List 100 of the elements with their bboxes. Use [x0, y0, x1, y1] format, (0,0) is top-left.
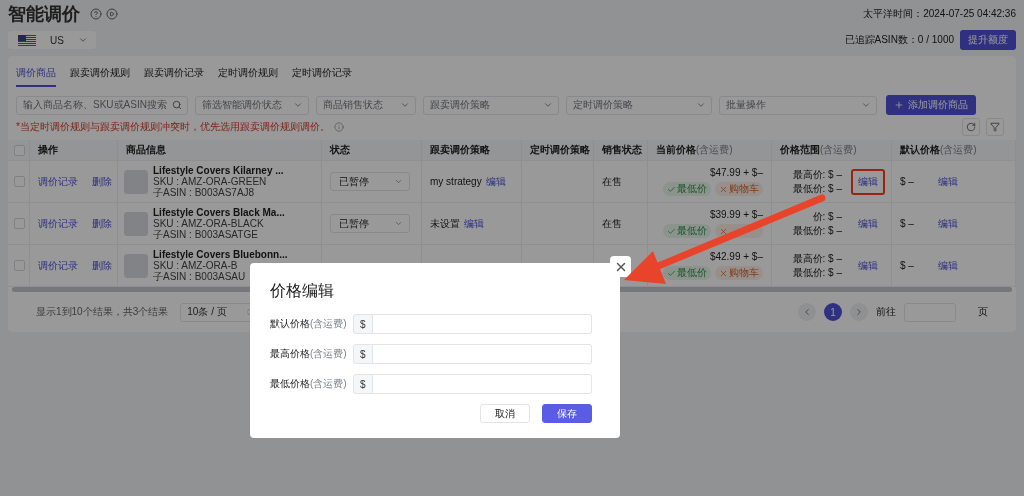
- cross-icon: [719, 184, 728, 194]
- page-unit: 页: [978, 305, 988, 319]
- close-button[interactable]: [610, 256, 631, 277]
- checkbox[interactable]: [14, 218, 25, 229]
- search-field[interactable]: 输入商品名称、SKU或ASIN搜索: [16, 95, 188, 115]
- default-price: $ –: [900, 218, 914, 229]
- column-header: 价格范围(含运费): [780, 143, 857, 157]
- lowest-price-tag: 最低价: [663, 266, 711, 280]
- product-asin: 子ASIN : B003AS7AJ8: [153, 187, 256, 198]
- edit-link[interactable]: 编辑: [851, 168, 885, 195]
- sale-status: 在售: [602, 174, 622, 189]
- filter-select[interactable]: 定时调价策略: [566, 95, 712, 115]
- action-link[interactable]: 调价记录: [38, 216, 78, 231]
- product-name: Lifestyle Covers Kilarney ...: [153, 165, 284, 176]
- max-price: 最高价: $ –: [791, 251, 842, 266]
- plus-icon: [894, 100, 904, 110]
- cancel-button[interactable]: 取消: [480, 404, 530, 423]
- play-icon[interactable]: [106, 8, 118, 20]
- filter-icon: [990, 122, 1000, 132]
- edit-link[interactable]: 编辑: [937, 174, 958, 189]
- chevron-down-icon: [696, 100, 706, 110]
- filter-select[interactable]: 筛选智能调价状态: [195, 95, 309, 115]
- tracked-asin-count: 已追踪ASIN数：0 / 1000: [844, 33, 954, 47]
- checkbox[interactable]: [14, 144, 25, 156]
- buy-box-tag: 购物车: [715, 182, 763, 196]
- max-price: 价: $ –: [811, 209, 842, 224]
- price-input[interactable]: [372, 374, 592, 394]
- action-link[interactable]: 调价记录: [38, 174, 78, 189]
- status-select[interactable]: 已暂停: [330, 214, 410, 233]
- action-link[interactable]: 调价记录: [38, 258, 78, 273]
- price-input[interactable]: [372, 314, 592, 334]
- price-input[interactable]: [372, 344, 592, 364]
- chevron-left-icon: [802, 307, 812, 317]
- currency-prefix: $: [352, 374, 373, 394]
- conflict-notice: *当定时调价规则与跟卖调价规则冲突时，优先选用跟卖调价规则调价。: [16, 120, 330, 134]
- page-button[interactable]: 1: [824, 303, 842, 321]
- tab[interactable]: 定时调价记录: [292, 62, 352, 87]
- strategy-text: my strategy: [430, 176, 482, 187]
- result-summary: 显示1到10个结果，共3个结果: [36, 305, 169, 319]
- min-price: 最低价: $ –: [791, 181, 842, 196]
- next-page-button[interactable]: [850, 303, 868, 321]
- current-price: $39.99 + $–: [708, 209, 763, 220]
- edit-link[interactable]: 编辑: [937, 216, 958, 231]
- upgrade-button[interactable]: 提升额度: [960, 30, 1016, 50]
- dialog-title: 价格编辑: [270, 281, 335, 301]
- info-icon: [333, 122, 344, 132]
- filter-button[interactable]: [986, 118, 1004, 136]
- cross-icon: [719, 226, 728, 236]
- default-price: $ –: [900, 260, 914, 271]
- tab[interactable]: 调价商品: [16, 62, 56, 87]
- action-link[interactable]: 删除: [92, 258, 112, 273]
- product-sku: SKU : AMZ-ORA-B: [153, 260, 239, 271]
- lowest-price-tag: 最低价: [663, 224, 711, 238]
- strategy-text: 未设置: [430, 216, 460, 231]
- page-title: 智能调价: [8, 3, 80, 26]
- buy-box-tag: 购物车: [715, 266, 763, 280]
- refresh-button[interactable]: [962, 118, 980, 136]
- filter-select[interactable]: 批量操作: [719, 95, 877, 115]
- currency-prefix: $: [352, 314, 373, 334]
- edit-link[interactable]: 编辑: [937, 258, 958, 273]
- filter-select[interactable]: 跟卖调价策略: [423, 95, 559, 115]
- pacific-time: 太平洋时间：2024-07-25 04:42:36: [863, 7, 1016, 21]
- search-icon: [172, 100, 182, 110]
- column-header: 操作: [38, 143, 58, 157]
- min-price: 最低价: $ –: [791, 265, 842, 280]
- checkbox[interactable]: [14, 176, 25, 187]
- tab[interactable]: 跟卖调价记录: [144, 62, 204, 87]
- save-button[interactable]: 保存: [542, 404, 592, 423]
- action-link[interactable]: 删除: [92, 216, 112, 231]
- column-header: 销售状态: [602, 143, 642, 157]
- edit-link[interactable]: 编辑: [485, 174, 506, 189]
- field-label: 最高价格(含运费): [270, 347, 347, 361]
- previous-page-button[interactable]: [798, 303, 816, 321]
- chevron-down-icon: [394, 219, 403, 228]
- checkbox[interactable]: [14, 260, 25, 271]
- sale-status: 在售: [602, 216, 622, 231]
- field-label: 默认价格(含运费): [270, 317, 347, 331]
- chevron-down-icon: [293, 100, 303, 110]
- chevron-down-icon: [543, 100, 553, 110]
- status-select[interactable]: 已暂停: [330, 172, 410, 191]
- product-asin: 子ASIN : B003ASATGE: [153, 229, 259, 240]
- region-select[interactable]: US: [8, 31, 96, 49]
- column-header: 默认价格(含运费): [900, 143, 977, 157]
- action-link[interactable]: 删除: [92, 174, 112, 189]
- column-header: 跟卖调价策略: [430, 143, 490, 157]
- edit-link[interactable]: 编辑: [858, 258, 878, 273]
- lowest-price-tag: 最低价: [663, 182, 711, 196]
- chevron-right-icon: [854, 307, 864, 317]
- check-icon: [667, 226, 676, 236]
- tab[interactable]: 跟卖调价规则: [70, 62, 130, 87]
- min-price: 最低价: $ –: [791, 223, 842, 238]
- add-product-button[interactable]: 添加调价商品: [886, 95, 976, 115]
- edit-link[interactable]: 编辑: [858, 216, 878, 231]
- help-icon[interactable]: [90, 8, 102, 20]
- filter-select[interactable]: 商品销售状态: [316, 95, 416, 115]
- tab[interactable]: 定时调价规则: [218, 62, 278, 87]
- field-label: 最低价格(含运费): [270, 377, 347, 391]
- check-icon: [667, 184, 676, 194]
- product-asin: 子ASIN : B003ASAU: [153, 271, 247, 282]
- edit-link[interactable]: 编辑: [464, 216, 484, 231]
